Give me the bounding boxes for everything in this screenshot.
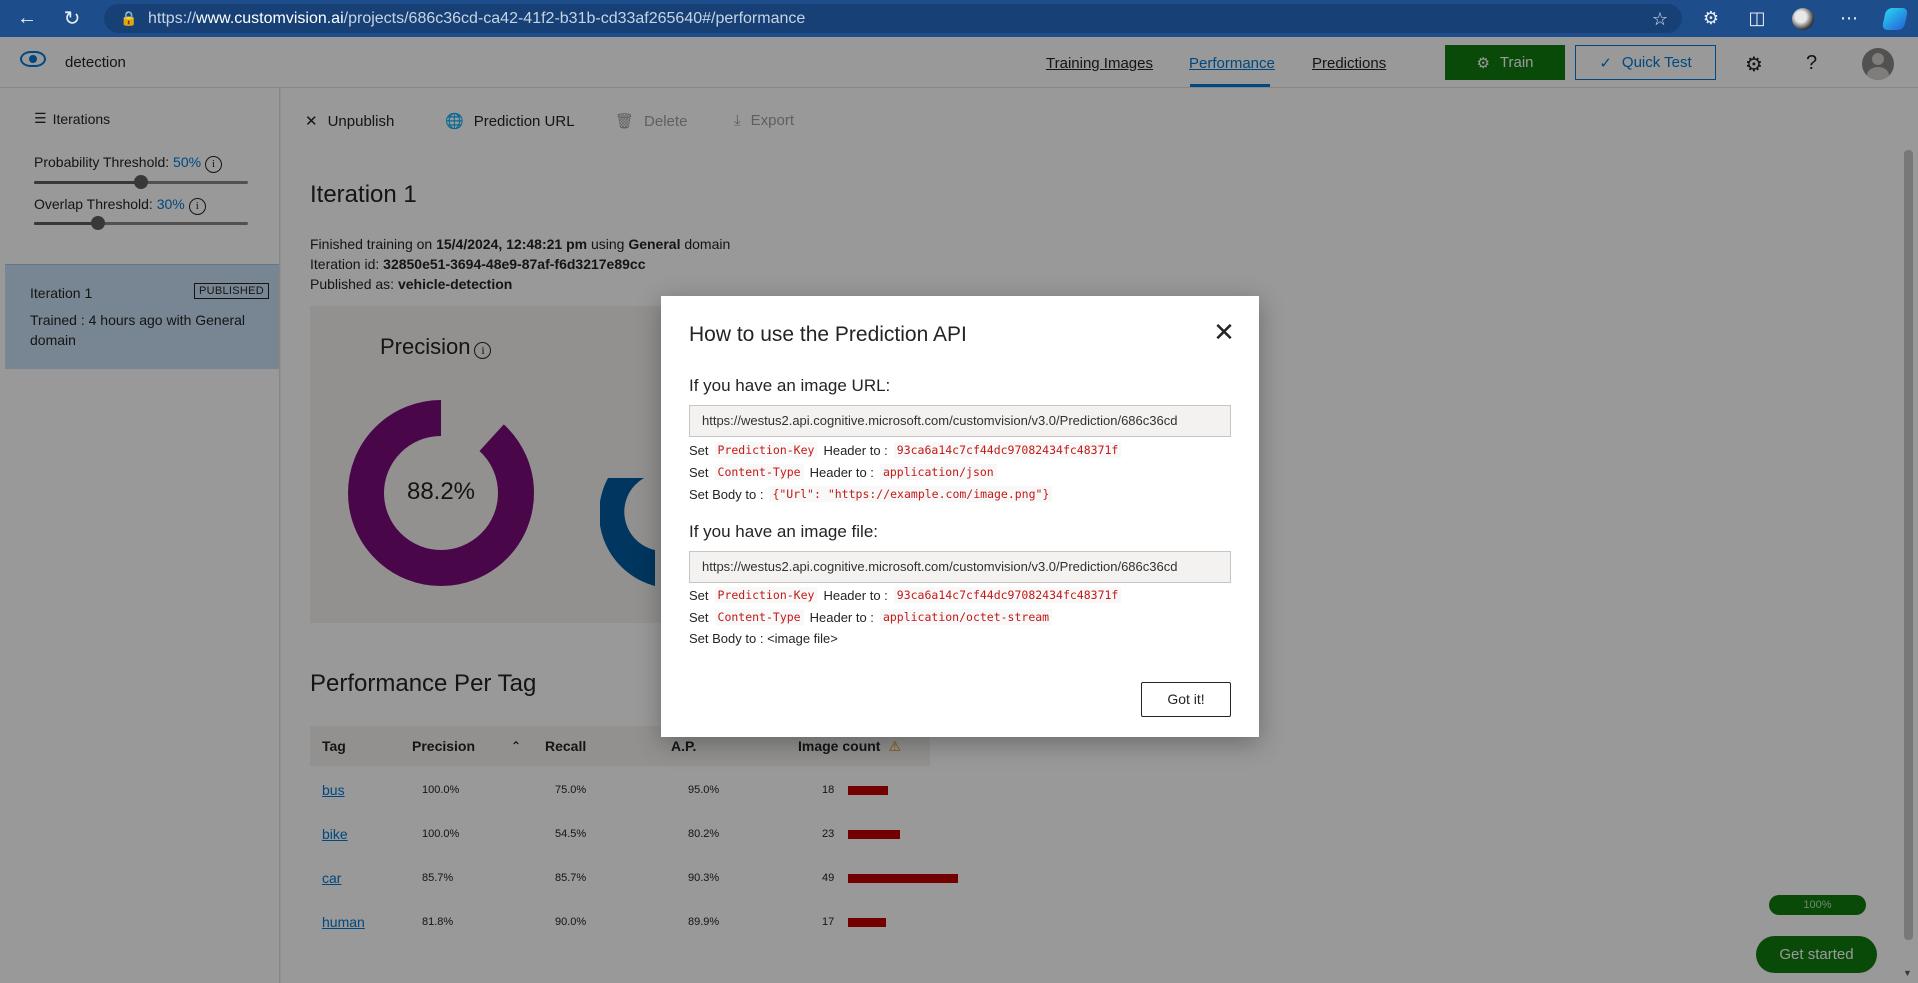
refresh-icon[interactable]: ↻ [52,0,92,37]
browser-toolbar: ← ↻ 🔒 https://www.customvision.ai/projec… [0,0,1918,37]
url-prediction-key-line: Set Prediction-Key Header to :93ca6a14c7cf… [689,442,1127,458]
favorite-star-icon[interactable]: ☆ [1652,9,1668,30]
copilot-icon[interactable] [1872,0,1918,37]
file-body-line: Set Body to : <image file> [689,631,838,646]
browser-right-icons: ⚙ ◫ ⋯ [1688,0,1918,37]
url-body-line: Set Body to : {"Url": "https://example.co… [689,486,1058,502]
lock-icon: 🔒 [120,10,138,26]
split-screen-icon[interactable]: ◫ [1734,0,1780,37]
file-prediction-key-line: Set Prediction-Key Header to :93ca6a14c7cf… [689,587,1127,603]
got-it-button[interactable]: Got it! [1141,682,1231,717]
image-file-endpoint-field[interactable]: https://westus2.api.cognitive.microsoft.… [689,551,1231,583]
image-url-endpoint-field[interactable]: https://westus2.api.cognitive.microsoft.… [689,405,1231,437]
profile-icon[interactable] [1780,0,1826,37]
back-arrow-icon[interactable]: ← [7,0,47,37]
more-options-icon[interactable]: ⋯ [1826,0,1872,37]
address-bar[interactable]: 🔒 https://www.customvision.ai/projects/6… [104,4,1682,33]
image-url-heading: If you have an image URL: [689,376,891,395]
close-icon[interactable]: ✕ [1212,319,1236,345]
url-text: https://www.customvision.ai/projects/686… [148,9,806,27]
extensions-icon[interactable]: ⚙ [1688,0,1734,37]
prediction-api-dialog: How to use the Prediction API ✕ If you h… [661,296,1259,737]
url-content-type-line: Set Content-Type Header to : application/js… [689,464,1003,480]
file-content-type-line: Set Content-Type Header to : application/oc… [689,609,1058,625]
dialog-title: How to use the Prediction API [689,323,967,346]
image-file-heading: If you have an image file: [689,522,879,541]
